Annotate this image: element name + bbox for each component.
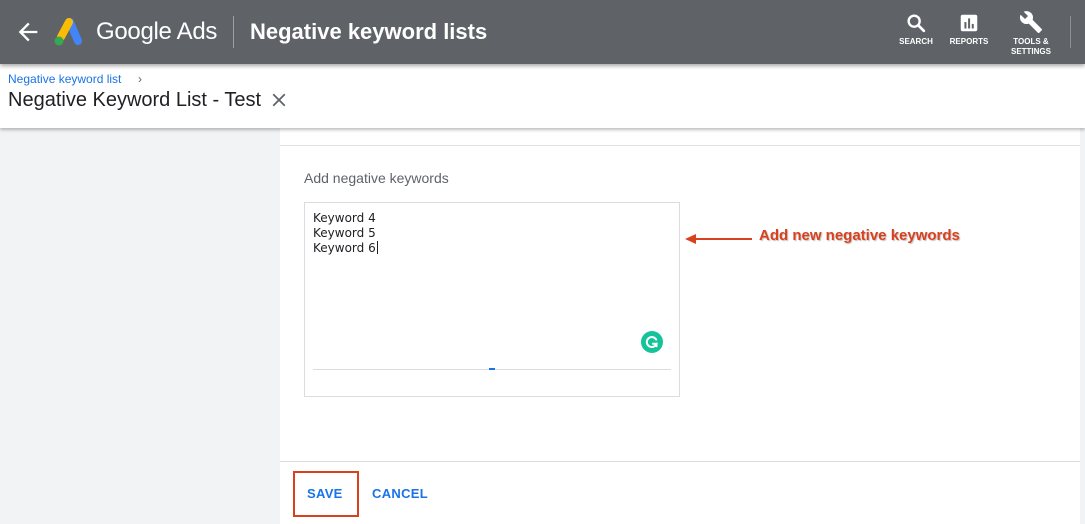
tools-settings-button[interactable]: TOOLS & SETTINGS [1006,10,1056,57]
bar-chart-icon [960,14,978,32]
search-button[interactable]: SEARCH [897,12,935,47]
add-keywords-label: Add negative keywords [304,170,449,186]
text-cursor [376,241,378,254]
grammarly-icon[interactable] [641,331,663,353]
back-arrow-icon[interactable] [14,18,42,46]
page-title: Negative keyword lists [250,19,488,44]
keyword-line-with-cursor: Keyword 6 [313,241,378,255]
header-divider-right [1070,16,1071,48]
breadcrumb-separator: › [138,72,142,86]
header-divider [233,16,234,48]
search-icon [907,14,926,33]
search-label: SEARCH [899,37,933,46]
footer-divider [280,461,1080,462]
left-panel [0,128,280,524]
add-keywords-card: Add negative keywords Keyword 4 Keyword … [280,145,1080,524]
top-app-bar: Google Ads Negative keyword lists SEARCH… [0,0,1085,64]
breadcrumb-bar: Negative keyword list › Negative Keyword… [0,64,1085,128]
keywords-textarea[interactable]: Keyword 4 Keyword 5 Keyword 6 [304,202,680,397]
breadcrumb-link[interactable]: Negative keyword list [8,72,121,86]
right-margin [1080,128,1085,524]
annotation-arrow-icon [685,234,752,244]
keyword-line: Keyword 6 [313,241,376,255]
cancel-button[interactable]: CANCEL [372,486,428,501]
save-button[interactable]: SAVE [307,486,343,501]
reports-button[interactable]: REPORTS [948,12,990,47]
keyword-line: Keyword 5 [313,226,376,240]
tools-label: TOOLS & SETTINGS [1010,37,1051,56]
textarea-focus-indicator [489,368,495,370]
close-icon[interactable] [268,89,290,111]
wrench-icon [1019,11,1042,33]
google-ads-logo-icon [52,17,84,47]
keyword-line: Keyword 4 [313,211,376,225]
brand-name: Google Ads [96,18,218,45]
reports-label: REPORTS [949,37,989,46]
list-name-title: Negative Keyword List - Test [8,89,262,111]
annotation-text: Add new negative keywords [759,227,960,244]
